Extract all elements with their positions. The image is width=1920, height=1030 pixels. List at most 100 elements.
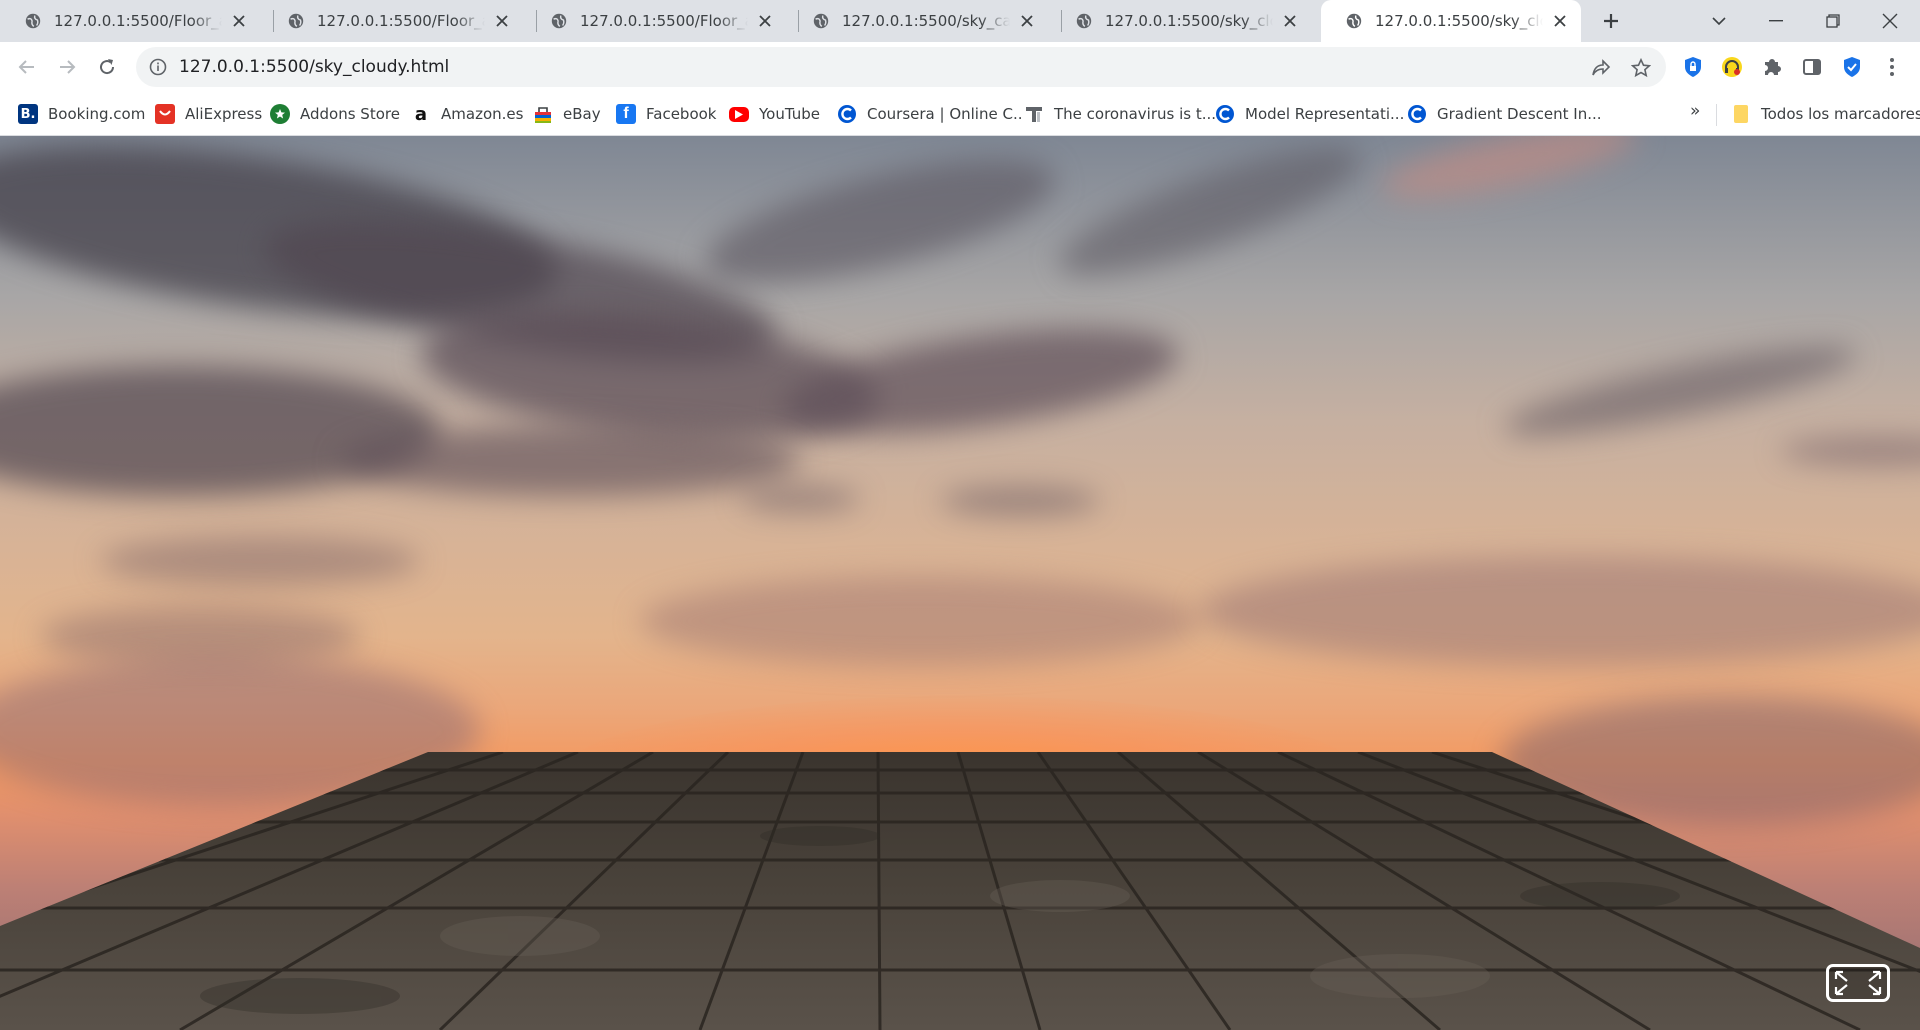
browser-toolbar: 127.0.0.1:5500/sky_cloudy.html	[0, 42, 1920, 92]
close-window-button[interactable]	[1862, 0, 1918, 42]
tab-active[interactable]: 127.0.0.1:5500/sky_cloudy.html	[1321, 0, 1581, 42]
shield-check-icon	[1844, 57, 1860, 77]
bookmark-label: Addons Store	[300, 105, 400, 123]
bookmark-gradient-descent[interactable]: Gradient Descent In...	[1407, 102, 1602, 126]
tab-title: 127.0.0.1:5500/Floor_appearance.html	[54, 12, 222, 30]
bookmark-booking[interactable]: B. Booking.com	[18, 102, 145, 126]
extensions-button[interactable]	[1758, 53, 1786, 81]
extension-bitwarden-button[interactable]	[1679, 53, 1707, 81]
puzzle-icon	[1765, 59, 1781, 75]
all-bookmarks-folder[interactable]: Todos los marcadores	[1731, 102, 1920, 126]
minimize-button[interactable]	[1748, 0, 1804, 42]
globe-icon	[1076, 13, 1092, 29]
close-tab-icon[interactable]	[1281, 12, 1299, 30]
coursera-icon	[1407, 104, 1427, 124]
bookmarks-bar: B. Booking.com AliExpress Addons Store a…	[0, 92, 1920, 136]
extension-headphones-icon	[1722, 57, 1742, 77]
tab[interactable]: 127.0.0.1:5500/Floor_appearance.html	[0, 0, 260, 42]
share-button[interactable]	[1588, 55, 1614, 81]
bookmark-amazon[interactable]: a Amazon.es	[411, 102, 523, 126]
forward-button[interactable]	[51, 51, 83, 83]
booking-icon: B.	[18, 104, 38, 124]
tab-strip: 127.0.0.1:5500/Floor_appearance.html 127…	[0, 0, 1920, 42]
globe-icon	[1346, 13, 1362, 29]
aliexpress-icon	[155, 104, 175, 124]
bookmark-label: AliExpress	[185, 105, 263, 123]
tab[interactable]: 127.0.0.1:5500/Floor_appearance.html	[526, 0, 786, 42]
globe-icon	[25, 13, 41, 29]
youtube-icon	[729, 106, 749, 122]
bookmark-label: Model Representati...	[1245, 105, 1405, 123]
tab-title: 127.0.0.1:5500/sky_cloudy.html	[1105, 12, 1273, 30]
bookmark-label: Amazon.es	[441, 105, 524, 123]
bookmarks-overflow-button[interactable]: »	[1690, 101, 1700, 121]
chevron-down-icon	[1712, 17, 1726, 26]
coursera-icon	[837, 104, 857, 124]
addons-store-icon	[270, 104, 290, 124]
arrow-left-icon	[18, 60, 34, 74]
stone-floor	[0, 752, 1920, 1030]
ebay-icon	[533, 104, 553, 124]
tab-search-button[interactable]	[1691, 0, 1747, 42]
globe-icon	[551, 13, 567, 29]
bookmark-label: Booking.com	[48, 105, 146, 123]
bookmark-star-button[interactable]	[1628, 55, 1654, 81]
extension-shield-button[interactable]	[1838, 53, 1866, 81]
bookmark-model-representation[interactable]: Model Representati...	[1215, 102, 1404, 126]
new-tab-button[interactable]	[1599, 9, 1623, 33]
bookmark-coursera[interactable]: Coursera | Online C...	[837, 102, 1027, 126]
more-vert-icon	[1890, 58, 1894, 76]
close-tab-icon[interactable]	[756, 12, 774, 30]
webgl-canvas[interactable]	[0, 136, 1920, 1030]
close-tab-icon[interactable]	[1551, 12, 1569, 30]
arrow-right-icon	[60, 60, 76, 74]
restore-icon	[1826, 14, 1840, 28]
tab[interactable]: 127.0.0.1:5500/sky_cartoon.html	[788, 0, 1048, 42]
bookmark-label: eBay	[563, 105, 601, 123]
article-icon	[1024, 104, 1044, 124]
bookmark-label: Facebook	[646, 105, 717, 123]
close-tab-icon[interactable]	[493, 12, 511, 30]
bookmark-aliexpress[interactable]: AliExpress	[155, 102, 262, 126]
bookmark-facebook[interactable]: f Facebook	[616, 102, 716, 126]
tab-title: 127.0.0.1:5500/Floor_appearance.html	[580, 12, 748, 30]
globe-icon	[288, 13, 304, 29]
bookmark-label: Gradient Descent In...	[1437, 105, 1602, 123]
site-info-icon[interactable]	[149, 58, 167, 76]
amazon-icon: a	[411, 104, 431, 125]
plus-icon	[1604, 14, 1618, 28]
restore-button[interactable]	[1805, 0, 1861, 42]
extension-yellow-button[interactable]	[1718, 53, 1746, 81]
bookmarks-divider	[1716, 104, 1717, 126]
bookmark-label: Todos los marcadores	[1761, 105, 1920, 123]
side-panel-button[interactable]	[1798, 53, 1826, 81]
browser-menu-button[interactable]	[1878, 53, 1906, 81]
coursera-icon	[1215, 104, 1235, 124]
side-panel-icon	[1803, 59, 1821, 75]
folder-icon	[1731, 104, 1751, 124]
bookmark-ebay[interactable]: eBay	[533, 102, 601, 126]
close-icon	[1882, 13, 1898, 29]
minimize-icon	[1769, 20, 1783, 22]
bookmark-label: YouTube	[759, 105, 820, 123]
address-bar[interactable]: 127.0.0.1:5500/sky_cloudy.html	[136, 47, 1666, 87]
share-icon	[1592, 59, 1611, 76]
bookmark-label: Coursera | Online C...	[867, 105, 1028, 123]
tab[interactable]: 127.0.0.1:5500/sky_cloudy.html	[1051, 0, 1311, 42]
bookmark-label: The coronavirus is t...	[1054, 105, 1217, 123]
reload-button[interactable]	[91, 51, 123, 83]
bookmark-coronavirus-article[interactable]: The coronavirus is t...	[1024, 102, 1216, 126]
back-button[interactable]	[11, 51, 43, 83]
star-icon	[1631, 58, 1651, 78]
reload-icon	[100, 59, 115, 75]
tab[interactable]: 127.0.0.1:5500/Floor_appearance.html	[263, 0, 523, 42]
bookmark-youtube[interactable]: YouTube	[729, 102, 820, 126]
tab-title: 127.0.0.1:5500/Floor_appearance.html	[317, 12, 485, 30]
fullscreen-button[interactable]	[1826, 964, 1890, 1002]
bookmark-addons-store[interactable]: Addons Store	[270, 102, 400, 126]
close-tab-icon[interactable]	[1018, 12, 1036, 30]
facebook-icon: f	[616, 104, 636, 124]
url-text[interactable]: 127.0.0.1:5500/sky_cloudy.html	[179, 57, 449, 77]
close-tab-icon[interactable]	[230, 12, 248, 30]
tab-title: 127.0.0.1:5500/sky_cartoon.html	[842, 12, 1010, 30]
